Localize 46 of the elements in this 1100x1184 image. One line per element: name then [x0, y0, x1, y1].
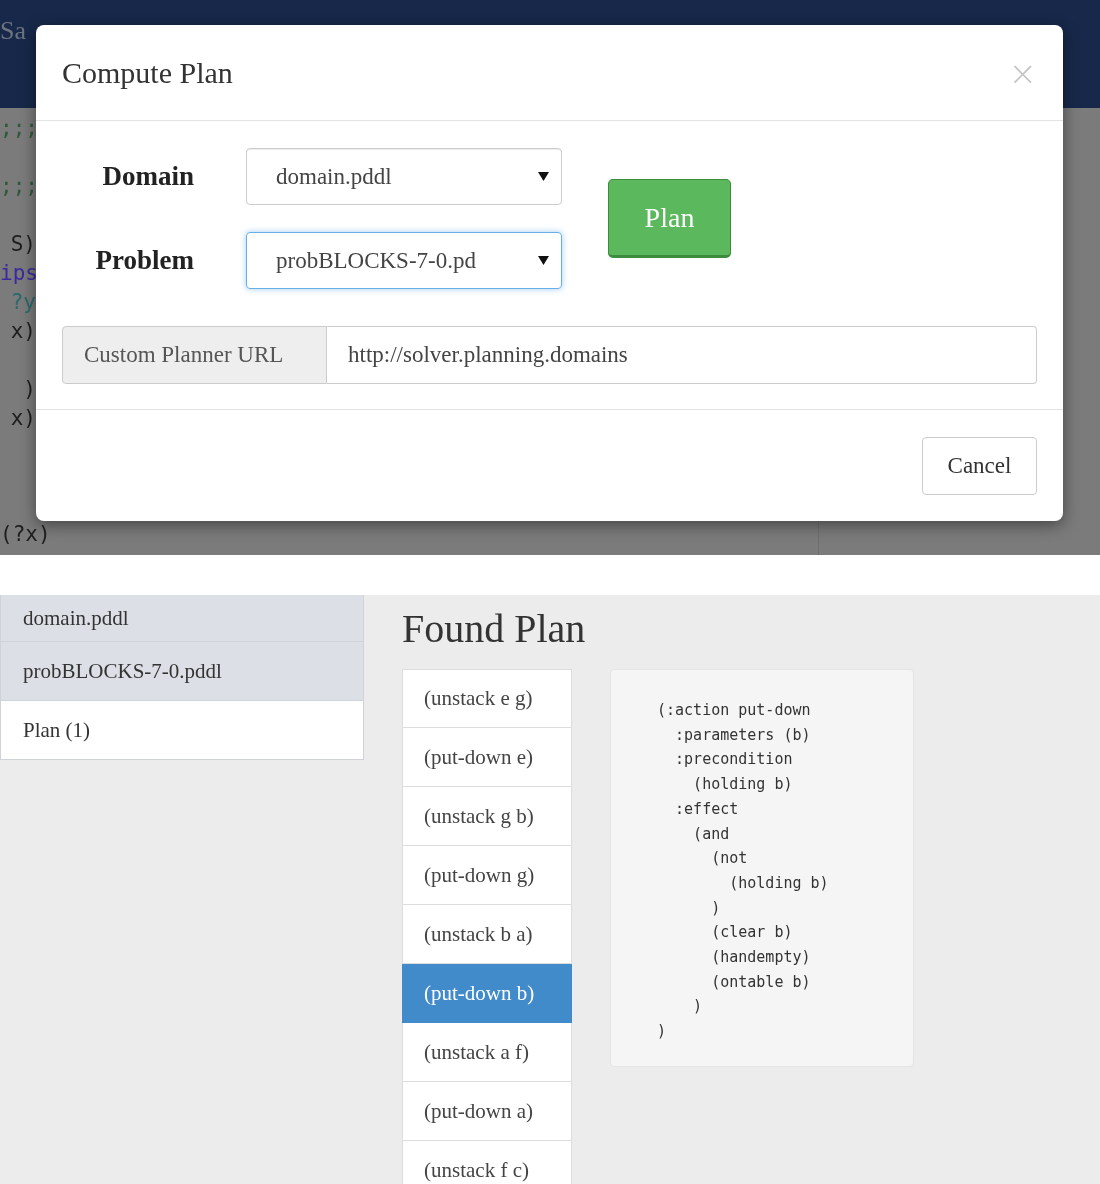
code-line: )	[692, 996, 704, 1018]
sidebar-item[interactable]: probBLOCKS-7-0.pddl	[0, 642, 364, 701]
cancel-button[interactable]: Cancel	[922, 437, 1037, 495]
code-line: ;;;	[0, 115, 38, 142]
plan-step[interactable]: (unstack f c)	[402, 1141, 572, 1184]
code-line: (clear b)	[710, 922, 794, 944]
code-line: (:action put-down	[657, 700, 812, 721]
code-line: )	[710, 897, 722, 919]
code-line: ?y	[9, 289, 36, 316]
plan-step[interactable]: (put-down a)	[402, 1082, 572, 1141]
file-select[interactable]: probBLOCKS-7-0.pd	[246, 232, 562, 289]
plan-step[interactable]: (put-down g)	[402, 846, 572, 905]
code-line: (and	[692, 823, 731, 845]
code-line: (not	[710, 848, 749, 870]
caret-icon	[538, 172, 549, 181]
plan-step[interactable]: (unstack b a)	[402, 905, 572, 964]
plan-step[interactable]: (put-down e)	[402, 728, 572, 787]
plan-step[interactable]: (unstack g b)	[402, 787, 572, 846]
planner-url-field[interactable]: http://solver.planning.domains	[327, 326, 1037, 384]
code-line: ips	[0, 260, 38, 287]
code-line: )	[22, 376, 36, 403]
code-line: x)	[9, 405, 36, 432]
caret-icon	[538, 256, 549, 265]
code-line: (holding b)	[728, 872, 830, 894]
code-line: (holding b)	[692, 774, 794, 796]
planner-url-label: Custom Planner URL	[62, 326, 327, 384]
plan-step[interactable]: (put-down b)	[402, 964, 572, 1023]
plan-heading: Found Plan	[402, 605, 587, 653]
code-line: x)	[9, 318, 36, 345]
code-line: :precondition	[674, 749, 794, 771]
plan-step[interactable]: (unstack a f)	[402, 1023, 572, 1082]
code-line: S)	[9, 231, 36, 258]
code-line: (handempty)	[710, 947, 812, 969]
dialog-title: Compute Plan	[62, 55, 233, 90]
code-line: (ontable b)	[710, 971, 812, 993]
sidebar-item[interactable]: domain.pddl	[0, 595, 364, 642]
code-line: ;;;	[0, 173, 38, 200]
code-line: (?x)	[0, 521, 51, 548]
field-label: Domain	[101, 161, 194, 192]
code-line: :parameters (b)	[674, 724, 812, 746]
sidebar-item[interactable]: Plan (1)	[0, 701, 364, 760]
field-label: Problem	[94, 245, 194, 276]
code-line: )	[657, 1021, 668, 1043]
plan-step[interactable]: (unstack e g)	[402, 669, 572, 728]
file-select[interactable]: domain.pddl	[246, 148, 562, 205]
code-line: :effect	[674, 798, 740, 820]
